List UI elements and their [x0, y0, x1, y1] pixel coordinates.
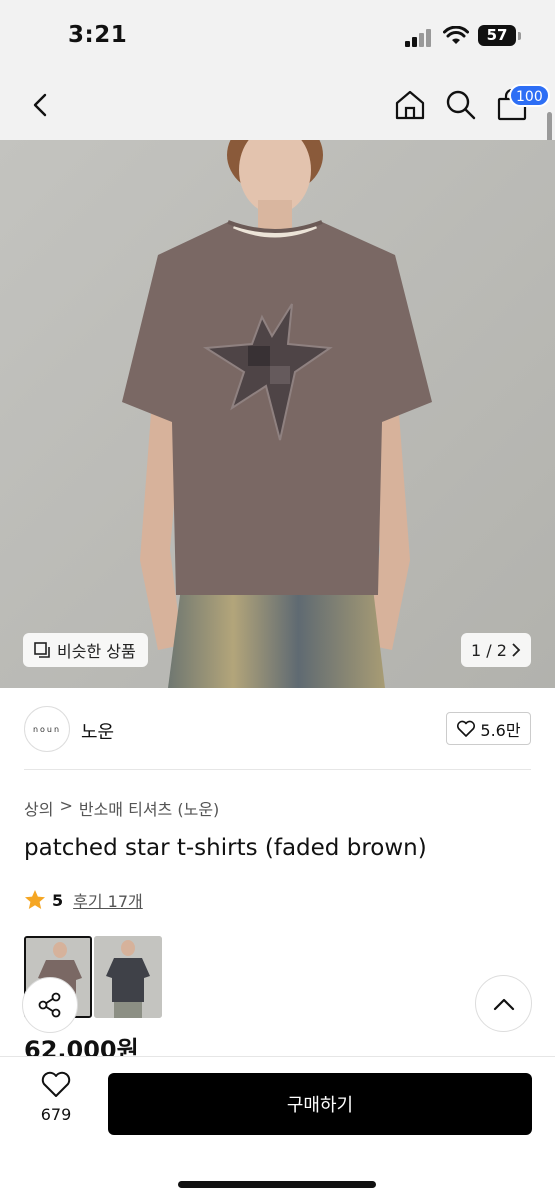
chevron-right-icon — [512, 643, 521, 657]
similar-products-label: 비슷한 상품 — [57, 642, 136, 661]
rating-score: 5 — [52, 890, 64, 910]
bottom-action-bar: 679 구매하기 — [0, 1056, 555, 1200]
cart-count-badge: 100 — [509, 84, 550, 107]
home-indicator — [178, 1181, 376, 1188]
breadcrumb: 상의 > 반소매 티셔츠 (노운) — [24, 796, 219, 820]
buy-button[interactable]: 구매하기 — [108, 1073, 532, 1135]
wishlist-button[interactable]: 679 — [26, 1071, 86, 1124]
scroll-to-top-button[interactable] — [475, 975, 532, 1032]
battery-cap — [518, 32, 521, 40]
chevron-left-icon[interactable] — [26, 90, 56, 120]
wishlist-count: 679 — [40, 1105, 72, 1124]
top-nav-bar: 100 — [0, 70, 555, 140]
chevron-up-icon — [493, 998, 514, 1010]
copy-icon — [34, 642, 50, 658]
product-title: patched star t-shirts (faded brown) — [24, 835, 427, 861]
brand-logo[interactable]: noun — [24, 706, 70, 752]
thumbnail-image — [94, 936, 162, 1018]
search-icon[interactable] — [444, 88, 478, 122]
share-button[interactable] — [22, 977, 78, 1033]
battery-icon: 57 — [478, 25, 516, 46]
color-option-charcoal[interactable] — [94, 936, 162, 1018]
breadcrumb-category[interactable]: 상의 — [24, 796, 53, 820]
star-icon — [25, 890, 45, 909]
heart-icon — [457, 720, 476, 737]
brand-logo-text: noun — [32, 724, 62, 734]
brand-like-count: 5.6만 — [480, 720, 521, 740]
breadcrumb-separator: > — [59, 796, 73, 815]
rating-row: 5 후기 17개 — [24, 888, 143, 912]
page-indicator-text: 1 / 2 — [471, 640, 507, 660]
share-icon — [38, 992, 61, 1018]
product-image-carousel[interactable]: 비슷한 상품 1 / 2 — [0, 140, 555, 688]
status-time: 3:21 — [68, 22, 128, 48]
brand-name[interactable]: 노운 — [81, 718, 114, 744]
image-page-indicator[interactable]: 1 / 2 — [461, 633, 531, 667]
breadcrumb-subcategory[interactable]: 반소매 티셔츠 (노운) — [79, 796, 219, 820]
similar-products-button[interactable]: 비슷한 상품 — [23, 633, 148, 667]
wifi-icon — [443, 26, 469, 44]
review-count-link[interactable]: 후기 17개 — [73, 888, 143, 912]
brand-row: noun 노운 5.6만 — [24, 688, 531, 770]
heart-icon — [41, 1071, 71, 1097]
product-price: 62,000원 — [24, 1036, 139, 1056]
signal-icon — [405, 29, 435, 47]
product-photo — [0, 140, 555, 688]
brand-like-button[interactable]: 5.6만 — [446, 712, 531, 745]
status-bar: 3:21 57 — [0, 0, 555, 70]
home-icon[interactable] — [393, 88, 427, 122]
